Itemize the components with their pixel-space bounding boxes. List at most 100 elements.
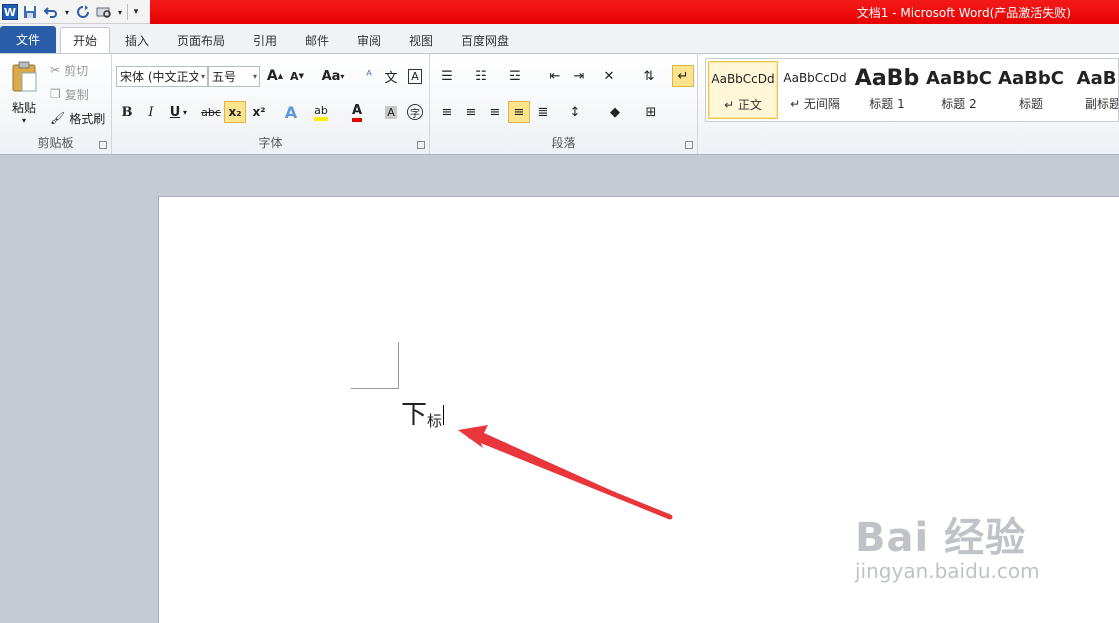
paragraph-launcher-icon[interactable]	[685, 141, 693, 149]
enclosed-character-icon[interactable]: 字	[404, 101, 426, 123]
show-marks-icon[interactable]: ↵	[672, 65, 694, 87]
tab-baidu-netdisk[interactable]: 百度网盘	[452, 27, 518, 53]
font-name-combo[interactable]: 宋体 (中文正文) ▾	[116, 66, 208, 87]
cut-button[interactable]: ✂ 剪切	[50, 60, 88, 80]
clipboard-group-label: 剪贴板	[37, 136, 74, 150]
document-char-subscript: 标	[427, 412, 443, 430]
tab-references[interactable]: 引用	[244, 27, 286, 53]
distributed-icon[interactable]: ≣	[532, 101, 554, 123]
bold-button[interactable]: B	[116, 101, 138, 123]
paragraph-group-label: 段落	[551, 136, 576, 150]
up-arrow-icon: ▲	[277, 72, 284, 80]
tab-review[interactable]: 审阅	[348, 27, 390, 53]
save-icon[interactable]	[21, 3, 39, 21]
style-sample: AaBbCcDd	[711, 72, 775, 86]
style-name: 标题 2	[941, 97, 977, 111]
tab-insert[interactable]: 插入	[116, 27, 158, 53]
paste-dropdown-icon: ▾	[21, 116, 26, 125]
dropdown-icon[interactable]: ▾	[116, 3, 124, 21]
tab-file[interactable]: 文件	[0, 26, 56, 53]
customize-icon[interactable]: ▾	[131, 3, 141, 21]
tab-page-layout[interactable]: 页面布局	[168, 27, 234, 53]
decrease-indent-icon[interactable]: ⇤	[544, 65, 566, 87]
style-heading-1[interactable]: AaBb 标题 1	[852, 61, 922, 119]
style-no-spacing[interactable]: AaBbCcDd ↵ 无间隔	[780, 61, 850, 119]
tab-home[interactable]: 开始	[60, 27, 110, 53]
sort-icon[interactable]: ⇅	[638, 65, 660, 87]
character-shading-icon[interactable]: A	[380, 101, 402, 123]
undo-dropdown-icon[interactable]: ▾	[63, 3, 71, 21]
justify-icon[interactable]: ≡	[508, 101, 530, 123]
down-arrow-icon: ▼	[298, 72, 304, 80]
subscript-button[interactable]: x₂	[224, 101, 246, 123]
quick-access-toolbar: W ▾ ▾ ▾	[0, 0, 141, 24]
style-sample: AaBbC	[926, 67, 992, 89]
toolbar-divider	[127, 4, 128, 20]
increase-indent-icon[interactable]: ⇥	[568, 65, 590, 87]
ribbon: 粘贴 ▾ ✂ 剪切 ❐ 复制 🖌 格式刷 剪贴板 宋体 (中文正文) ▾ 五号 …	[0, 53, 1119, 155]
tab-view[interactable]: 视图	[400, 27, 442, 53]
align-left-icon[interactable]: ≡	[436, 101, 458, 123]
align-center-icon[interactable]: ≡	[460, 101, 482, 123]
multilevel-list-icon[interactable]: ☲	[504, 65, 526, 87]
margin-marker-horizontal	[351, 388, 399, 389]
margin-marker-vertical	[398, 342, 399, 389]
document-text[interactable]: 下标	[401, 394, 445, 431]
chinese-layout-icon[interactable]: ✕	[598, 65, 620, 87]
clipboard-group: 粘贴 ▾ ✂ 剪切 ❐ 复制 🖌 格式刷 剪贴板	[0, 54, 112, 154]
phonetic-guide-icon[interactable]: 文	[380, 65, 402, 87]
shrink-font-button[interactable]: A ▼	[286, 65, 308, 87]
font-group-label: 字体	[258, 136, 283, 150]
chevron-down-icon: ▾	[252, 72, 257, 81]
format-painter-button[interactable]: 🖌 格式刷	[50, 108, 105, 128]
font-launcher-icon[interactable]	[417, 141, 425, 149]
paste-button[interactable]: 粘贴 ▾	[4, 58, 44, 128]
format-painter-label: 格式刷	[69, 111, 106, 126]
character-border-icon[interactable]: A	[404, 65, 426, 87]
undo-icon[interactable]	[42, 3, 60, 21]
shading-icon[interactable]: ◆	[604, 101, 626, 123]
clipboard-launcher-icon[interactable]	[99, 141, 107, 149]
borders-icon[interactable]: ⊞	[640, 101, 662, 123]
paragraph-group: ☰ ☷ ☲ ⇤ ⇥ ✕ ⇅ ↵ ≡ ≡ ≡ ≡ ≣ ↕ ◆ ⊞ 段落	[430, 54, 698, 154]
style-subtitle[interactable]: AaBb 副标题	[1068, 61, 1119, 119]
style-sample: AaBbC	[998, 67, 1064, 89]
font-size-value: 五号	[212, 70, 237, 84]
cut-label: 剪切	[64, 63, 89, 78]
font-size-combo[interactable]: 五号 ▾	[208, 66, 260, 87]
window-title: 文档1 - Microsoft Word(产品激活失败)	[856, 6, 1071, 20]
print-preview-icon[interactable]	[95, 3, 113, 21]
watermark-sub: jingyan.baidu.com	[855, 559, 1040, 583]
italic-button[interactable]: I	[140, 101, 162, 123]
text-caret	[443, 405, 445, 425]
text-effects-icon[interactable]: A	[280, 101, 302, 123]
copy-button[interactable]: ❐ 复制	[50, 84, 89, 104]
redo-icon[interactable]	[74, 3, 92, 21]
line-spacing-icon[interactable]: ↕	[564, 101, 586, 123]
ribbon-tab-bar: 文件 开始 插入 页面布局 引用 邮件 审阅 视图 百度网盘	[0, 24, 1119, 53]
font-name-value: 宋体 (中文正文)	[120, 70, 198, 84]
word-logo-icon[interactable]: W	[2, 4, 18, 20]
style-normal[interactable]: AaBbCcDd ↵ 正文	[708, 61, 778, 119]
style-name: 标题	[1018, 97, 1043, 111]
strikethrough-button[interactable]: abc	[198, 101, 224, 123]
style-sample: AaBb	[1076, 67, 1118, 89]
underline-dropdown-icon[interactable]: ▾	[180, 101, 190, 123]
change-case-button[interactable]: Aa ▾	[318, 65, 348, 87]
paste-label: 粘贴	[11, 101, 36, 115]
highlight-color-icon[interactable]: ab	[310, 101, 332, 123]
copy-icon: ❐	[50, 87, 61, 101]
style-sample: AaBb	[854, 65, 920, 91]
document-char-main: 下	[401, 400, 428, 430]
style-title[interactable]: AaBbC 标题	[996, 61, 1066, 119]
superscript-button[interactable]: x²	[248, 101, 270, 123]
numbering-icon[interactable]: ☷	[470, 65, 492, 87]
grow-font-button[interactable]: A ▲	[264, 65, 286, 87]
style-name: 副标题	[1084, 97, 1119, 111]
style-heading-2[interactable]: AaBbC 标题 2	[924, 61, 994, 119]
bullets-icon[interactable]: ☰	[436, 65, 458, 87]
tab-mailings[interactable]: 邮件	[296, 27, 338, 53]
clear-format-icon[interactable]: ᴬ	[358, 65, 380, 87]
align-right-icon[interactable]: ≡	[484, 101, 506, 123]
font-color-icon[interactable]: A	[346, 101, 368, 123]
